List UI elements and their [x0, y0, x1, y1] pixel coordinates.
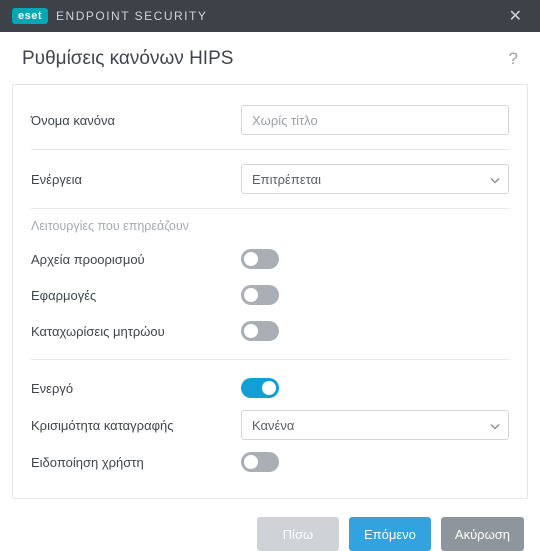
- severity-select-value: Κανένα: [252, 418, 294, 433]
- enabled-label: Ενεργό: [31, 381, 241, 396]
- severity-label: Κρισιμότητα καταγραφής: [31, 418, 241, 433]
- notify-toggle[interactable]: [241, 452, 279, 472]
- row-apps: Εφαρμογές: [31, 277, 509, 313]
- apps-toggle[interactable]: [241, 285, 279, 305]
- row-rule-name: Όνομα κανόνα: [31, 101, 509, 139]
- brand-badge: eset: [12, 8, 48, 24]
- header: Ρυθμίσεις κανόνων HIPS ?: [0, 32, 540, 84]
- page-title: Ρυθμίσεις κανόνων HIPS: [22, 48, 509, 70]
- row-severity: Κρισιμότητα καταγραφής Κανένα: [31, 406, 509, 444]
- divider: [31, 149, 509, 150]
- row-dest-files: Αρχεία προορισμού: [31, 241, 509, 277]
- action-label: Ενέργεια: [31, 172, 241, 187]
- row-action: Ενέργεια Επιτρέπεται: [31, 160, 509, 198]
- back-button: Πίσω: [257, 517, 339, 551]
- action-select-value: Επιτρέπεται: [252, 172, 321, 187]
- titlebar: eset ENDPOINT SECURITY ✕: [0, 0, 540, 32]
- section-header: Λειτουργίες που επηρεάζουν: [31, 219, 509, 233]
- dest-files-label: Αρχεία προορισμού: [31, 252, 241, 267]
- next-button[interactable]: Επόμενο: [349, 517, 431, 551]
- brand-text: ENDPOINT SECURITY: [56, 9, 207, 23]
- row-enabled: Ενεργό: [31, 370, 509, 406]
- notify-label: Ειδοποίηση χρήστη: [31, 455, 241, 470]
- chevron-down-icon: [490, 172, 500, 187]
- close-icon[interactable]: ✕: [503, 2, 528, 30]
- row-registry: Καταχωρίσεις μητρώου: [31, 313, 509, 349]
- row-notify: Ειδοποίηση χρήστη: [31, 444, 509, 480]
- chevron-down-icon: [490, 418, 500, 433]
- registry-label: Καταχωρίσεις μητρώου: [31, 324, 241, 339]
- rule-name-label: Όνομα κανόνα: [31, 113, 241, 128]
- help-icon[interactable]: ?: [509, 49, 518, 69]
- rule-name-input[interactable]: [241, 105, 509, 135]
- enabled-toggle[interactable]: [241, 378, 279, 398]
- divider: [31, 208, 509, 209]
- action-select[interactable]: Επιτρέπεται: [241, 164, 509, 194]
- registry-toggle[interactable]: [241, 321, 279, 341]
- footer: Πίσω Επόμενο Ακύρωση: [0, 499, 540, 551]
- apps-label: Εφαρμογές: [31, 288, 241, 303]
- settings-panel: Όνομα κανόνα Ενέργεια Επιτρέπεται Λειτου…: [12, 84, 528, 499]
- divider: [31, 359, 509, 360]
- cancel-button[interactable]: Ακύρωση: [441, 517, 524, 551]
- dest-files-toggle[interactable]: [241, 249, 279, 269]
- severity-select[interactable]: Κανένα: [241, 410, 509, 440]
